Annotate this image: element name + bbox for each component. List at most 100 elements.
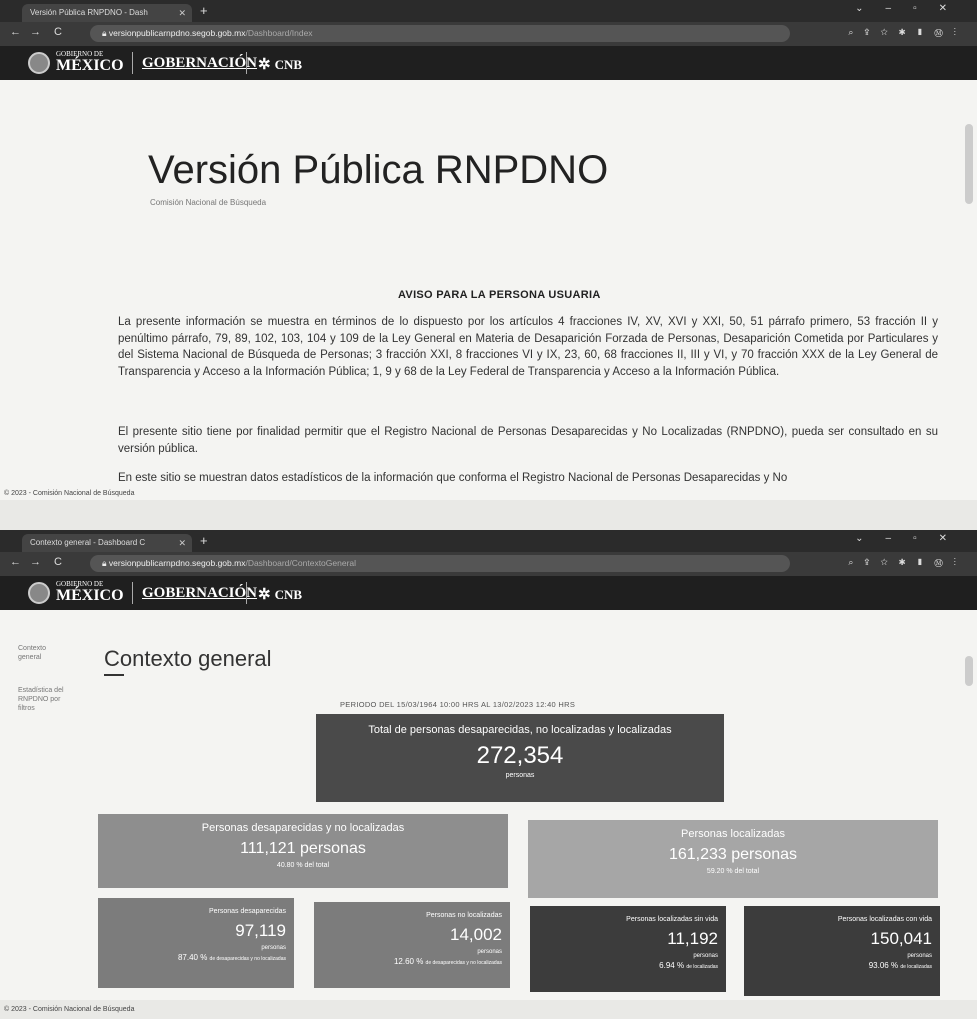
desap-pct: 40.80 % del total <box>276 862 330 869</box>
local-label: Personas localizadas <box>681 828 785 840</box>
url-host: versionpublicarnpdno.segob.gob.mx <box>108 28 246 38</box>
new-tab-icon[interactable]: + <box>200 3 208 18</box>
aviso-paragraph-2: El presente sitio tiene por finalidad pe… <box>118 426 938 455</box>
sin-vida-small-card: Personas localizadas sin vida 11,192 per… <box>530 906 726 992</box>
mexico-seal-icon <box>28 52 50 74</box>
con-vida-small-card: Personas localizadas con vida 150,041 pe… <box>744 906 940 996</box>
desap-label: Personas desaparecidas y no localizadas <box>201 822 405 834</box>
toolbar-icons[interactable]: ⌕⇪☆✱▮Ⓜ⋮ <box>848 27 967 38</box>
sidebar-item-estadistica[interactable]: Estadística del RNPDNO por filtros <box>18 686 70 713</box>
d1-pct: 87.40 % <box>177 953 208 962</box>
gobernacion-logo[interactable]: GOBERNACIÓN <box>142 55 257 72</box>
gobierno-mexico-logo[interactable]: GOBIERNO DE MÉXICO <box>56 51 124 74</box>
desaparecidas-small-card: Personas desaparecidas 97,119 personas 8… <box>98 898 294 988</box>
url-field[interactable]: 🔒︎ versionpublicarnpdno.segob.gob.mx/Das… <box>90 25 790 42</box>
cnb-text: CNB <box>274 587 303 602</box>
window-controls[interactable]: ⌄–▫✕ <box>855 533 969 544</box>
d2-label: Personas no localizadas <box>426 912 502 919</box>
new-tab-icon[interactable]: + <box>200 533 208 548</box>
total-unit: personas <box>505 772 535 779</box>
url-path: /Dashboard/Index <box>245 28 313 38</box>
footer: © 2023 - Comisión Nacional de Búsqueda <box>4 1006 135 1013</box>
scrollbar[interactable] <box>965 124 973 204</box>
tab-bar: Contexto general - Dashboard C ✕ + ⌄–▫✕ <box>0 530 977 552</box>
gob-big: MÉXICO <box>56 57 124 74</box>
localizadas-card: Personas localizadas 161,233 personas 59… <box>528 820 938 898</box>
periodo-label: PERIODO DEL 15/03/1964 10:00 HRS AL 13/0… <box>340 700 576 709</box>
gob-big: MÉXICO <box>56 587 124 604</box>
gobernacion-logo[interactable]: GOBERNACIÓN <box>142 585 257 602</box>
divider <box>246 582 247 604</box>
lock-icon: 🔒︎ <box>102 558 109 568</box>
l2-label: Personas localizadas con vida <box>837 916 932 923</box>
page-subtitle: Comisión Nacional de Búsqueda <box>150 198 267 207</box>
close-tab-icon[interactable]: ✕ <box>178 4 186 22</box>
cnb-emblem-icon: ✲ <box>258 587 271 603</box>
screenshot-dashboard-index: Versión Pública RNPDNO - Dash ✕ + ⌄–▫✕ ←… <box>0 0 977 500</box>
d2-pct: 12.60 % <box>393 957 424 966</box>
local-value: 161,233 personas <box>668 846 798 863</box>
back-icon[interactable]: ← <box>10 26 21 38</box>
total-card: Total de personas desaparecidas, no loca… <box>316 714 724 802</box>
divider <box>132 582 133 604</box>
gobierno-mexico-logo[interactable]: GOBIERNO DE MÉXICO <box>56 581 124 604</box>
l1-pct: 6.94 % <box>659 961 685 970</box>
cnb-logo[interactable]: ✲ CNB <box>258 585 302 604</box>
page-title: Versión Pública RNPDNO <box>148 148 609 192</box>
aviso-paragraph-3: En este sitio se muestran datos estadíst… <box>118 472 788 484</box>
government-header: GOBIERNO DE MÉXICO GOBERNACIÓN ✲ CNB <box>0 46 977 80</box>
browser-tab[interactable]: Versión Pública RNPDNO - Dash ✕ <box>22 4 192 22</box>
divider <box>246 52 247 74</box>
l1-label: Personas localizadas sin vida <box>626 916 718 923</box>
url-host: versionpublicarnpdno.segob.gob.mx <box>108 558 246 568</box>
d1-unit: personas <box>261 945 286 951</box>
d1-label: Personas desaparecidas <box>208 908 286 915</box>
d1-value: 97,119 <box>235 921 286 940</box>
d2-pct-desc: de desaparecidas y no localizadas <box>425 960 502 966</box>
aviso-heading: AVISO PARA LA PERSONA USUARIA <box>398 289 601 301</box>
l1-value: 11,192 <box>667 929 718 948</box>
local-pct: 59.20 % del total <box>706 868 760 875</box>
page-title: Contexto general <box>104 646 272 671</box>
reload-icon[interactable]: C <box>54 26 62 38</box>
tab-title: Contexto general - Dashboard C <box>30 538 146 547</box>
close-tab-icon[interactable]: ✕ <box>178 534 186 552</box>
url-field[interactable]: 🔒︎ versionpublicarnpdno.segob.gob.mx/Das… <box>90 555 790 572</box>
l2-value: 150,041 <box>870 929 932 948</box>
d2-unit: personas <box>477 949 502 955</box>
sidebar-item-contexto-general[interactable]: Contexto general <box>18 644 70 662</box>
browser-tab[interactable]: Contexto general - Dashboard C ✕ <box>22 534 192 552</box>
d2-value: 14,002 <box>450 925 502 944</box>
cnb-emblem-icon: ✲ <box>258 57 271 73</box>
scrollbar[interactable] <box>965 656 973 686</box>
forward-icon[interactable]: → <box>30 26 41 38</box>
toolbar-icons[interactable]: ⌕⇪☆✱▮Ⓜ⋮ <box>848 557 967 568</box>
d1-pct-desc: de desaparecidas y no localizadas <box>209 956 286 962</box>
cnb-logo[interactable]: ✲ CNB <box>258 55 302 74</box>
tab-bar: Versión Pública RNPDNO - Dash ✕ + ⌄–▫✕ <box>0 0 977 22</box>
screenshot-contexto-general: Contexto general - Dashboard C ✕ + ⌄–▫✕ … <box>0 530 977 1000</box>
back-icon[interactable]: ← <box>10 556 21 568</box>
desap-value: 111,121 personas <box>240 840 366 857</box>
desaparecidas-card: Personas desaparecidas y no localizadas … <box>98 814 508 888</box>
address-bar-row: ← → C 🔒︎ versionpublicarnpdno.segob.gob.… <box>0 22 977 46</box>
total-label: Total de personas desaparecidas, no loca… <box>368 724 672 736</box>
cnb-text: CNB <box>274 57 303 72</box>
total-value: 272,354 <box>476 742 564 769</box>
reload-icon[interactable]: C <box>54 556 62 568</box>
aviso-paragraph-1: La presente información se muestra en té… <box>118 316 938 378</box>
lock-icon: 🔒︎ <box>102 28 109 38</box>
footer: © 2023 - Comisión Nacional de Búsqueda <box>4 490 135 497</box>
forward-icon[interactable]: → <box>30 556 41 568</box>
url-path: /Dashboard/ContextoGeneral <box>245 558 357 568</box>
l1-pct-desc: de localizadas <box>686 964 718 970</box>
window-controls[interactable]: ⌄–▫✕ <box>855 3 969 14</box>
l1-unit: personas <box>693 953 718 959</box>
title-underline <box>104 674 124 676</box>
tab-title: Versión Pública RNPDNO - Dash <box>30 8 148 17</box>
government-header: GOBIERNO DE MÉXICO GOBERNACIÓN ✲ CNB <box>0 576 977 610</box>
l2-pct: 93.06 % <box>868 961 899 970</box>
l2-unit: personas <box>907 953 932 959</box>
divider <box>132 52 133 74</box>
l2-pct-desc: de localizadas <box>900 964 932 970</box>
